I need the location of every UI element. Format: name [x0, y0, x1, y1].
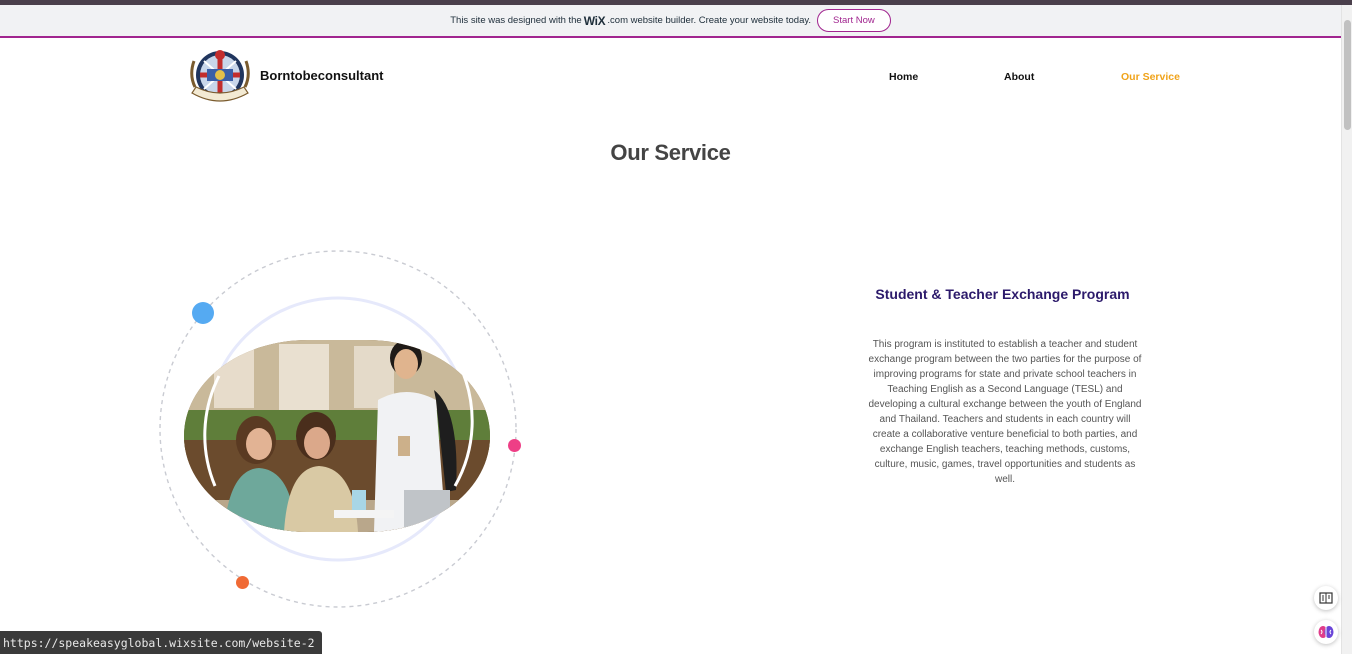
wix-banner-text-before: This site was designed with the	[450, 15, 582, 26]
service-description: This program is instituted to establish …	[868, 339, 1142, 485]
orange-dot	[236, 576, 249, 589]
wix-banner-text-after: .com website builder. Create your websit…	[607, 15, 812, 26]
page-scrollbar[interactable]	[1341, 5, 1352, 654]
reader-mode-button[interactable]	[1314, 586, 1338, 610]
assistant-button[interactable]	[1314, 620, 1338, 644]
status-bar-url: https://speakeasyglobal.wixsite.com/webs…	[0, 631, 322, 654]
brain-icon	[1318, 626, 1334, 638]
nav-our-service[interactable]: Our Service	[1121, 71, 1180, 83]
reader-mode-icon	[1319, 592, 1333, 604]
nav-about[interactable]: About	[1004, 71, 1034, 83]
scrollbar-thumb[interactable]	[1344, 20, 1351, 130]
start-now-button[interactable]: Start Now	[817, 9, 891, 32]
wix-logo[interactable]: WiX	[584, 14, 606, 28]
blue-dot	[192, 302, 214, 324]
page-title: Our Service	[610, 140, 731, 165]
wix-banner: This site was designed with the WiX .com…	[0, 5, 1341, 38]
site-name[interactable]: Borntobeconsultant	[260, 68, 384, 83]
site-logo[interactable]	[189, 47, 252, 108]
orbit-arc	[203, 365, 474, 487]
service-title: Student & Teacher Exchange Program	[875, 286, 1130, 302]
nav-home[interactable]: Home	[889, 71, 918, 83]
pink-dot	[508, 439, 521, 452]
